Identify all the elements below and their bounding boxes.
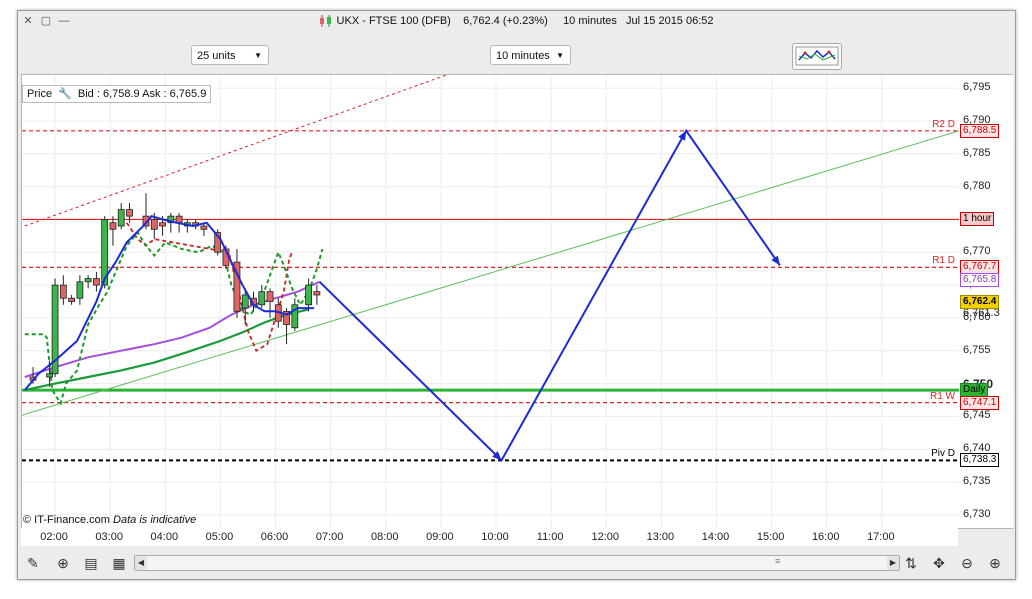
candle-body bbox=[68, 297, 76, 302]
candle-body bbox=[109, 222, 117, 230]
draw-tool-icon[interactable]: ✎ bbox=[24, 554, 42, 572]
copyright-text: © IT-Finance.com bbox=[23, 514, 110, 526]
level-price-tag: 6,765.8 bbox=[960, 272, 1000, 287]
time-tick-label: 08:00 bbox=[371, 531, 399, 543]
chevron-down-icon: ▼ bbox=[556, 51, 564, 60]
candle-body bbox=[76, 281, 84, 299]
series-red_dashed bbox=[125, 222, 293, 352]
candle-body bbox=[305, 284, 313, 306]
scroll-left-icon[interactable]: ◀ bbox=[135, 556, 147, 570]
time-tick-label: 06:00 bbox=[260, 531, 289, 543]
candle-body bbox=[93, 278, 100, 286]
candle-body bbox=[159, 222, 166, 227]
price-tick-label: 6,795 bbox=[963, 81, 991, 94]
datetime-label: Jul 15 2015 06:52 bbox=[626, 15, 714, 27]
candle-body bbox=[175, 215, 183, 224]
time-tick-label: 14:00 bbox=[701, 531, 730, 543]
zoom-in-icon[interactable]: ⊕ bbox=[986, 554, 1004, 572]
level-name-label: Piv D bbox=[931, 448, 955, 460]
level-price-tag: 6,788.5 bbox=[960, 123, 1000, 138]
time-axis[interactable]: 02:00 03:00 04:00 05:00 06:00 07:00 08:00 09:00… bbox=[21, 528, 958, 546]
candle-body bbox=[117, 209, 125, 227]
chart-type-icon[interactable]: ⇅ bbox=[902, 554, 920, 572]
copyright-note: © IT-Finance.com Data is indicative bbox=[23, 514, 196, 526]
wrench-icon[interactable]: 🔧 bbox=[58, 88, 72, 100]
price-tick-label: 6,785 bbox=[963, 146, 991, 159]
candle-body bbox=[150, 219, 158, 230]
time-tick-label: 02:00 bbox=[40, 531, 68, 543]
bid-ask-label: Bid : 6,758.9 Ask : 6,765.9 bbox=[77, 88, 207, 100]
level-name-label: R1 D bbox=[932, 255, 955, 267]
price-tick-label: 6,761.3 bbox=[963, 307, 1000, 320]
candlestick-icon bbox=[320, 15, 332, 28]
price-axis[interactable]: 6,7956,7906,7856,7806,7756,7706,7656,760… bbox=[959, 74, 1013, 529]
candle-body bbox=[46, 373, 53, 378]
crosshair-icon[interactable]: ✥ bbox=[930, 554, 948, 572]
candle-body bbox=[313, 291, 321, 296]
timeframe-value: 10 minutes bbox=[496, 50, 550, 62]
zoom-out-icon[interactable]: ⊖ bbox=[958, 554, 976, 572]
time-tick-label: 16:00 bbox=[811, 531, 840, 543]
scroll-thumb-grip[interactable]: ≡ bbox=[775, 556, 780, 566]
level-price-tag: 6,738.3 bbox=[960, 453, 1000, 468]
units-value: 25 units bbox=[197, 50, 236, 62]
level-name-label: R1 W bbox=[930, 390, 955, 402]
time-tick-label: 15:00 bbox=[756, 531, 785, 543]
price-tick-label: 6,755 bbox=[963, 343, 991, 356]
strategy-button[interactable] bbox=[792, 43, 842, 70]
price-chart[interactable] bbox=[22, 75, 959, 528]
price-label: Price bbox=[27, 88, 53, 100]
price-tick-label: 6,770 bbox=[963, 245, 991, 258]
time-scrollbar[interactable]: ◀ ≡ ▶ bbox=[134, 555, 900, 571]
candle-body bbox=[266, 291, 274, 302]
zoom-tool-icon[interactable]: ⊕ bbox=[54, 554, 72, 572]
time-tick-label: 09:00 bbox=[426, 531, 454, 543]
window-title-bar: UKX - FTSE 100 (DFB) 6,762.4 (+0.23%) 10… bbox=[18, 15, 1015, 28]
forecast-arrowhead bbox=[771, 255, 780, 266]
instrument-name: UKX - FTSE 100 (DFB) bbox=[336, 15, 451, 27]
time-tick-label: 04:00 bbox=[150, 531, 179, 543]
price-tick-label: 6,730 bbox=[963, 507, 991, 520]
series-forecast bbox=[318, 128, 781, 463]
candle-body bbox=[258, 291, 266, 306]
series-trend_green bbox=[22, 130, 959, 416]
candle-body bbox=[200, 225, 208, 230]
bottom-toolbar: ✎ ⊕ ▤ ▦ ◀ ≡ ▶ ⇅ ✥ ⊖ ⊕ bbox=[18, 548, 1015, 576]
quote-value: 6,762.4 (+0.23%) bbox=[463, 15, 548, 27]
time-tick-label: 10:00 bbox=[481, 531, 509, 543]
price-tick-label: 6,745 bbox=[963, 409, 991, 422]
time-tick-label: 05:00 bbox=[205, 531, 234, 543]
time-tick-label: 07:00 bbox=[315, 531, 344, 543]
time-tick-label: 11:00 bbox=[536, 531, 564, 543]
level-price-tag: 1 hour bbox=[960, 212, 995, 227]
strategy-chart-icon bbox=[795, 46, 839, 66]
scroll-right-icon[interactable]: ▶ bbox=[887, 556, 899, 570]
units-select[interactable]: 25 units ▼ bbox=[191, 45, 269, 65]
chevron-down-icon: ▼ bbox=[254, 51, 262, 60]
chart-window: ✕ ▢ — UKX - FTSE 100 (DFB) 6,762.4 (+0.2… bbox=[17, 10, 1016, 580]
candle-body bbox=[84, 278, 92, 283]
candle-body bbox=[241, 294, 249, 309]
level-price-tag: 6,747.1 bbox=[960, 395, 1000, 410]
chart-plot-area[interactable]: R2 D R1 D R1 W Piv D bbox=[21, 74, 960, 529]
indicative-note: Data is indicative bbox=[113, 514, 197, 526]
time-tick-label: 17:00 bbox=[867, 531, 895, 543]
candle-body bbox=[59, 284, 67, 299]
interval-label: 10 minutes bbox=[563, 15, 617, 27]
time-tick-label: 13:00 bbox=[646, 531, 675, 543]
level-name-label: R2 D bbox=[932, 118, 955, 130]
price-tick-label: 6,735 bbox=[963, 475, 991, 488]
level-price-tag: 6,762.4 bbox=[960, 295, 1000, 310]
indicator-icon[interactable]: ▦ bbox=[110, 554, 128, 572]
time-tick-label: 12:00 bbox=[591, 531, 619, 543]
price-tick-label: 6,780 bbox=[963, 179, 991, 192]
timeframe-select[interactable]: 10 minutes ▼ bbox=[490, 45, 571, 65]
save-icon[interactable]: ▤ bbox=[82, 554, 100, 572]
time-tick-label: 03:00 bbox=[95, 531, 123, 543]
candle-body bbox=[126, 209, 133, 217]
price-header: Price 🔧 Bid : 6,758.9 Ask : 6,765.9 bbox=[22, 85, 212, 103]
